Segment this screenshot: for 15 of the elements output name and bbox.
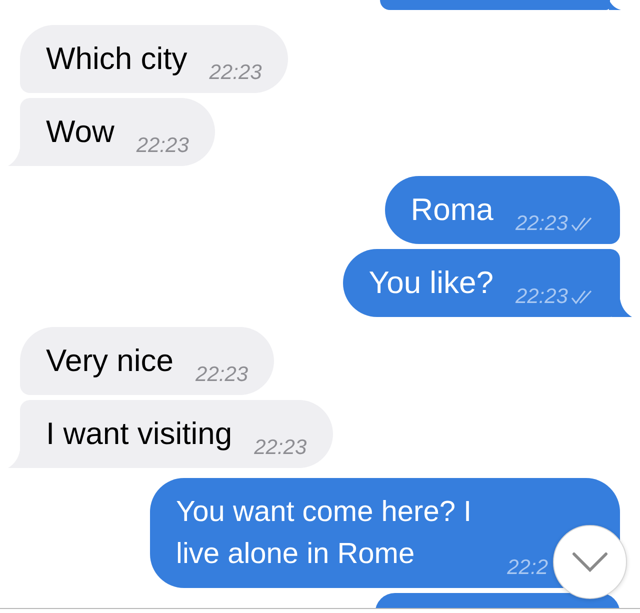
message-text: Which city [46, 40, 188, 78]
message-text: You want come here? I live alone in Rome [176, 495, 473, 572]
message-time: 22:23 [254, 435, 307, 461]
message-text: Very nice [46, 342, 174, 380]
message-time: 22:23 [209, 60, 262, 86]
message-text: I want visiting [46, 415, 232, 453]
message-time: 22:23 [515, 211, 568, 237]
message-time: 22:23 [196, 362, 248, 388]
message-time: 22:23 [515, 284, 568, 310]
chevron-down-icon [572, 552, 608, 572]
message-text: Roma [410, 191, 494, 229]
message-text: Wow [46, 113, 114, 151]
message-time: 22:23 [136, 133, 189, 159]
message-text: You like? [368, 264, 494, 302]
message-time: 22:2 [507, 555, 548, 581]
